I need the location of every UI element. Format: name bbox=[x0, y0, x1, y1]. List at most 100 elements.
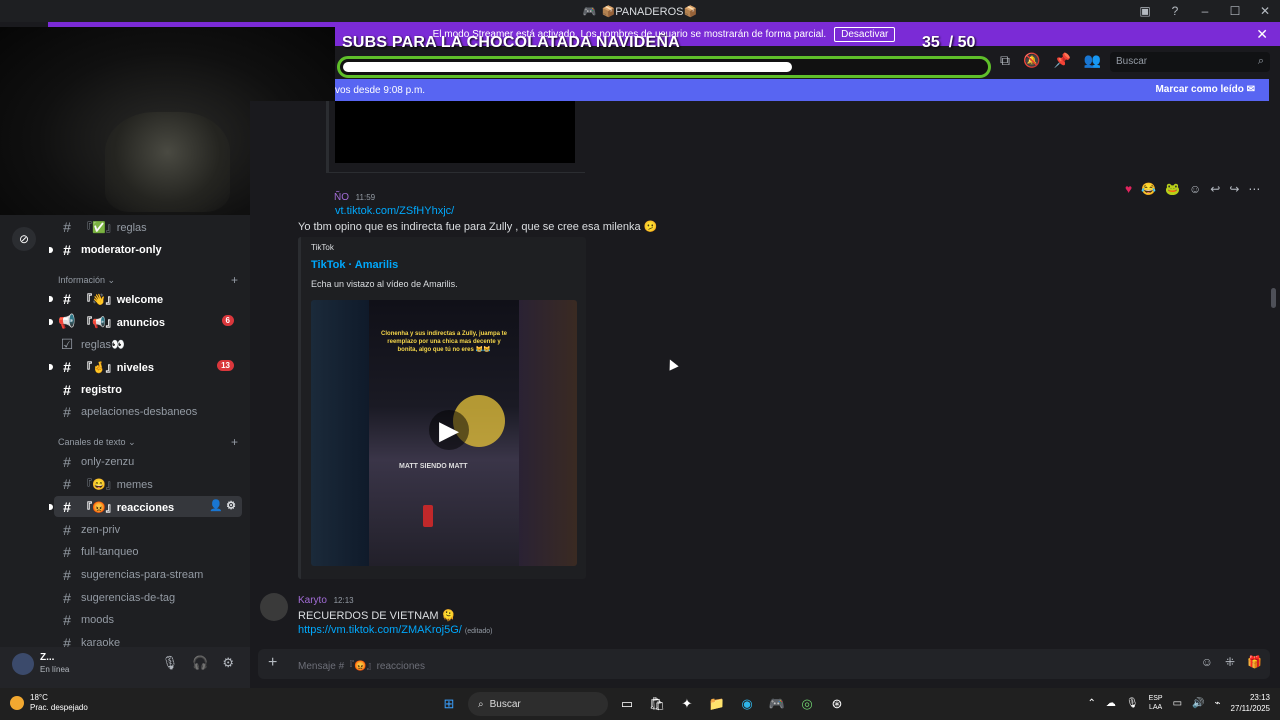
chat-scrollbar[interactable] bbox=[1271, 288, 1276, 308]
headphones-icon[interactable]: 🎧 bbox=[192, 655, 208, 671]
gift-icon[interactable]: 🎁 bbox=[1247, 655, 1262, 669]
laugh-reaction-icon[interactable]: 😂 bbox=[1141, 182, 1156, 196]
volume-icon[interactable]: 🔊 bbox=[1192, 698, 1204, 709]
close-window-icon[interactable]: ✕ bbox=[1250, 0, 1280, 22]
help-icon[interactable]: ? bbox=[1160, 0, 1190, 22]
app-icon[interactable]: ◎ bbox=[796, 693, 818, 715]
channel-only-zenzu[interactable]: # only-zenzu bbox=[54, 451, 242, 472]
username[interactable]: Z... bbox=[40, 652, 54, 663]
channel-reglas[interactable]: # 『✅』reglas bbox=[54, 216, 242, 237]
settings-icon[interactable]: ⚙ bbox=[226, 500, 236, 512]
unread-indicator bbox=[49, 364, 53, 370]
heart-reaction-icon[interactable]: ♥ bbox=[1125, 182, 1132, 196]
threads-icon[interactable]: ⧉ bbox=[1000, 52, 1010, 69]
channel-anuncios[interactable]: 📢 『📢』anuncios 6 bbox=[49, 311, 242, 332]
search-placeholder: Buscar bbox=[1116, 56, 1148, 67]
category-informacion[interactable]: Información ⌄ + bbox=[58, 273, 238, 287]
notifications-muted-icon[interactable]: 🔕 bbox=[1023, 52, 1040, 69]
previous-embed-media[interactable] bbox=[335, 101, 575, 163]
microphone-icon[interactable]: 🎙 bbox=[1126, 698, 1139, 709]
new-messages-bar[interactable]: vos desde 9:08 p.m. Marcar como leído ✉ bbox=[335, 79, 1269, 101]
channel-reacciones[interactable]: # 『😡』reacciones 👤 ⚙ bbox=[49, 496, 242, 517]
file-explorer-icon[interactable]: 📁 bbox=[706, 693, 728, 715]
channel-sugerencias-de-tag[interactable]: # sugerencias-de-tag bbox=[54, 587, 242, 608]
more-icon[interactable]: ⋯ bbox=[1248, 182, 1260, 196]
network-icon[interactable]: ⌁ bbox=[1215, 698, 1221, 709]
channel-welcome[interactable]: # 『👋』welcome bbox=[49, 288, 242, 309]
channel-label: only-zenzu bbox=[81, 455, 135, 468]
close-banner-icon[interactable]: ✕ bbox=[1256, 26, 1268, 43]
maximize-icon[interactable]: ☐ bbox=[1220, 0, 1250, 22]
play-icon[interactable]: ▶ bbox=[429, 410, 469, 450]
video-thumbnail[interactable]: Clonenha y sus indirectas a Zully, juamp… bbox=[311, 300, 577, 566]
language-indicator[interactable]: ESP LAA bbox=[1149, 694, 1163, 712]
channel-reglas-2[interactable]: ☑ reglas👀 bbox=[54, 334, 242, 355]
discord-taskbar-icon[interactable]: 🎮 bbox=[766, 693, 788, 715]
emoji-icon[interactable]: ☺ bbox=[1201, 655, 1213, 669]
add-channel-icon[interactable]: + bbox=[231, 435, 238, 449]
chevron-up-icon[interactable]: ⌃ bbox=[1088, 698, 1096, 709]
message-text: RECUERDOS DE VIETNAM 🫠 bbox=[298, 610, 456, 622]
message-composer[interactable]: + Mensaje #『😡』reacciones ☺ ⁜ 🎁 bbox=[258, 649, 1270, 679]
taskbar-search[interactable]: ⌕ Buscar bbox=[468, 692, 608, 716]
message-link[interactable]: vt.tiktok.com/ZSfHYhxjc/ bbox=[335, 205, 454, 217]
search-input[interactable]: Buscar ⌕ bbox=[1110, 52, 1270, 72]
inbox-icon[interactable]: ▣ bbox=[1130, 0, 1160, 22]
microphone-icon[interactable]: 🎙 bbox=[162, 655, 179, 671]
chrome-icon[interactable]: ⊛ bbox=[826, 693, 848, 715]
channel-apelaciones-desbaneos[interactable]: # apelaciones-desbaneos bbox=[54, 401, 242, 422]
channel-label: moods bbox=[81, 613, 115, 626]
channel-sugerencias-para-stream[interactable]: # sugerencias-para-stream bbox=[54, 564, 242, 585]
pin-icon[interactable]: 📌 bbox=[1053, 52, 1070, 69]
add-reaction-icon[interactable]: ☺ bbox=[1189, 182, 1201, 196]
message-link[interactable]: https://vm.tiktok.com/ZMAKroj5G/ bbox=[298, 624, 462, 636]
hash-icon: # bbox=[63, 381, 71, 398]
embed-title-link[interactable]: TikTok · Amarilis bbox=[311, 259, 398, 271]
task-view-icon[interactable]: ▭ bbox=[616, 693, 638, 715]
members-icon[interactable]: 👥 bbox=[1084, 52, 1101, 69]
onedrive-icon[interactable]: ☁ bbox=[1106, 698, 1116, 709]
reply-icon[interactable]: ↩ bbox=[1210, 182, 1220, 196]
minimize-icon[interactable]: – bbox=[1190, 0, 1220, 22]
avatar[interactable] bbox=[12, 653, 34, 675]
add-channel-icon[interactable]: + bbox=[231, 273, 238, 287]
channel-niveles[interactable]: # 『🤞』niveles 13 bbox=[49, 356, 242, 377]
attach-plus-icon[interactable]: + bbox=[268, 654, 277, 672]
channel-moderator-only[interactable]: # moderator-only bbox=[49, 239, 242, 260]
explore-servers-icon[interactable]: ⊘ bbox=[12, 227, 36, 251]
store-icon[interactable]: 🛍 bbox=[646, 693, 668, 715]
category-label: Canales de texto bbox=[58, 437, 126, 447]
message-header: ÑO 11:59 bbox=[334, 192, 375, 203]
channel-moods[interactable]: # moods bbox=[54, 609, 242, 630]
invite-icon[interactable]: 👤 bbox=[209, 500, 223, 512]
edge-icon[interactable]: ◉ bbox=[736, 693, 758, 715]
mark-as-read-button[interactable]: Marcar como leído ✉ bbox=[1155, 84, 1255, 95]
taskbar-search-label: Buscar bbox=[489, 698, 521, 710]
sticker-reaction-icon[interactable]: 🐸 bbox=[1165, 182, 1180, 196]
channel-karaoke[interactable]: # karaoke bbox=[54, 632, 242, 648]
message-author[interactable]: ÑO bbox=[334, 192, 349, 203]
copilot-icon[interactable]: ✦ bbox=[676, 693, 698, 715]
gear-icon[interactable]: ⚙ bbox=[222, 655, 234, 671]
forward-icon[interactable]: ↪ bbox=[1229, 182, 1239, 196]
display-icon[interactable]: ▭ bbox=[1173, 698, 1182, 709]
channel-label: 『😄』memes bbox=[81, 478, 153, 491]
channel-label: sugerencias-de-tag bbox=[81, 591, 176, 604]
channel-memes[interactable]: # 『😄』memes bbox=[54, 473, 242, 494]
apps-icon[interactable]: ⁜ bbox=[1225, 655, 1235, 669]
channel-label: 『😡』reacciones bbox=[81, 501, 175, 514]
avatar[interactable] bbox=[260, 593, 288, 621]
deactivate-streamer-button[interactable]: Desactivar bbox=[834, 26, 896, 42]
clock[interactable]: 23:13 27/11/2025 bbox=[1231, 692, 1270, 714]
hash-icon: # bbox=[63, 611, 71, 628]
mark-read-icon: ✉ bbox=[1246, 84, 1255, 95]
channel-full-tanqueo[interactable]: # full-tanqueo bbox=[54, 541, 242, 562]
overlay-goal-count: 35 / 50 bbox=[922, 34, 975, 52]
channel-zen-priv[interactable]: # zen-priv bbox=[54, 519, 242, 540]
channel-registro[interactable]: # registro bbox=[54, 379, 242, 400]
windows-start-icon[interactable]: ⊞ bbox=[438, 693, 460, 715]
category-canales-de-texto[interactable]: Canales de texto ⌄ + bbox=[58, 435, 238, 449]
message-author[interactable]: Karyto bbox=[298, 595, 327, 606]
search-icon: ⌕ bbox=[478, 698, 484, 710]
weather-widget[interactable]: 18°C Prac. despejado bbox=[10, 693, 88, 713]
